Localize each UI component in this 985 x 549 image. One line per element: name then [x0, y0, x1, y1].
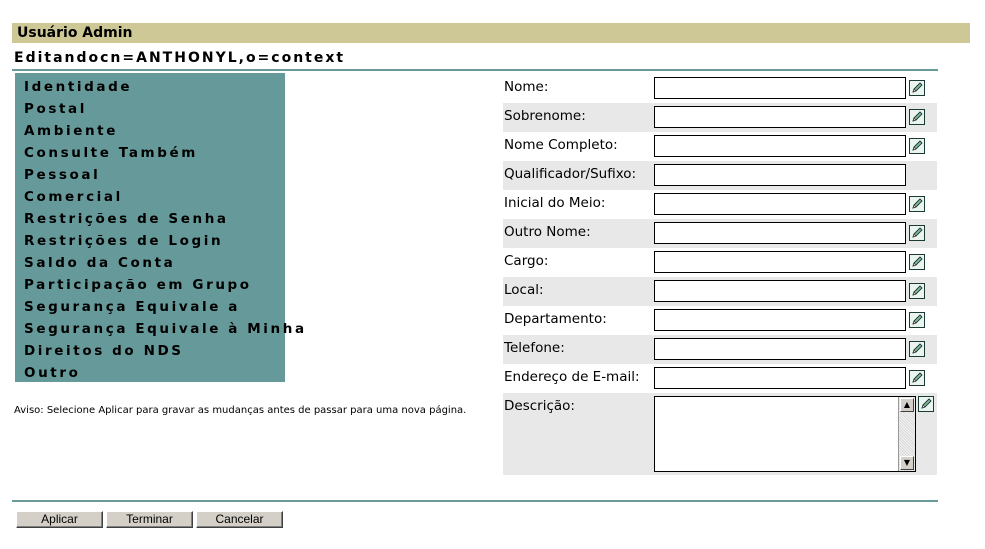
edit-pencil-icon[interactable]: [909, 312, 925, 328]
nav-item-restricoes-de-senha[interactable]: Restrições de Senha: [15, 208, 285, 230]
field-label: Qualificador/Sufixo:: [504, 166, 637, 182]
field-row-nome-completo: Nome Completo:: [503, 132, 937, 161]
field-row-endereco-de-e-mail: Endereço de E-mail:: [503, 364, 937, 393]
field-label: Sobrenome:: [504, 108, 586, 124]
cancel-button[interactable]: Cancelar: [196, 511, 283, 528]
telefone-input[interactable]: [654, 338, 906, 360]
nav-item-consulte-tambem[interactable]: Consulte Também: [15, 142, 285, 164]
sobrenome-input[interactable]: [654, 106, 906, 128]
divider-top: [12, 69, 938, 71]
finish-button[interactable]: Terminar: [106, 511, 193, 528]
field-label: Nome:: [504, 79, 549, 95]
field-label: Cargo:: [504, 253, 549, 269]
warning-text: Aviso: Selecione Aplicar para gravar as …: [14, 405, 467, 416]
local-input[interactable]: [654, 280, 906, 302]
field-row-sobrenome: Sobrenome:: [503, 103, 937, 132]
nav-item-pessoal[interactable]: Pessoal: [15, 164, 285, 186]
field-label: Descrição:: [504, 398, 575, 414]
field-row-descricao: Descrição: ▲ ▼: [503, 393, 937, 475]
qualificador-sufixo-input[interactable]: [654, 164, 906, 186]
cargo-input[interactable]: [654, 251, 906, 273]
edit-pencil-icon[interactable]: [909, 225, 925, 241]
scroll-up-icon[interactable]: ▲: [900, 398, 914, 412]
field-row-local: Local:: [503, 277, 937, 306]
page-title-bar: Usuário Admin: [12, 23, 970, 43]
nav-item-saldo-da-conta[interactable]: Saldo da Conta: [15, 252, 285, 274]
nav-item-restricoes-de-login[interactable]: Restrições de Login: [15, 230, 285, 252]
field-row-departamento: Departamento:: [503, 306, 937, 335]
field-row-telefone: Telefone:: [503, 335, 937, 364]
edit-pencil-icon[interactable]: [909, 80, 925, 96]
descricao-textarea-box: ▲ ▼: [654, 396, 916, 472]
field-row-qualificador-sufixo: Qualificador/Sufixo:: [503, 161, 937, 190]
editing-object-label: Editandocn=ANTHONYL,o=context: [14, 50, 346, 66]
edit-pencil-icon[interactable]: [909, 254, 925, 270]
descricao-textarea[interactable]: [655, 397, 897, 471]
apply-button[interactable]: Aplicar: [16, 511, 103, 528]
field-label: Telefone:: [504, 340, 565, 356]
nav-item-postal[interactable]: Postal: [15, 98, 285, 120]
nav-item-seguranca-equivale-a[interactable]: Segurança Equivale a: [15, 296, 285, 318]
field-row-inicial-do-meio: Inicial do Meio:: [503, 190, 937, 219]
field-label: Endereço de E-mail:: [504, 369, 640, 385]
field-label: Local:: [504, 282, 544, 298]
edit-pencil-icon[interactable]: [909, 109, 925, 125]
departamento-input[interactable]: [654, 309, 906, 331]
nome-completo-input[interactable]: [654, 135, 906, 157]
nav-item-identidade[interactable]: Identidade: [15, 76, 285, 98]
email-input[interactable]: [654, 367, 906, 389]
field-label: Nome Completo:: [504, 137, 618, 153]
field-label: Inicial do Meio:: [504, 195, 606, 211]
nav-item-seguranca-equivale-a-minha[interactable]: Segurança Equivale à Minha: [15, 318, 304, 340]
nav-item-comercial[interactable]: Comercial: [15, 186, 285, 208]
page-title: Usuário Admin: [17, 25, 133, 41]
divider-bottom: [12, 500, 938, 502]
edit-pencil-icon[interactable]: [918, 396, 934, 412]
field-row-cargo: Cargo:: [503, 248, 937, 277]
nav-item-participacao-em-grupo[interactable]: Participação em Grupo: [15, 274, 285, 296]
scroll-down-icon[interactable]: ▼: [900, 456, 914, 470]
field-row-nome: Nome:: [503, 74, 937, 103]
outro-nome-input[interactable]: [654, 222, 906, 244]
field-row-outro-nome: Outro Nome:: [503, 219, 937, 248]
nav-item-direitos-do-nds[interactable]: Direitos do NDS: [15, 340, 285, 362]
scrollbar[interactable]: ▲ ▼: [898, 397, 915, 471]
edit-pencil-icon[interactable]: [909, 341, 925, 357]
edit-pencil-icon[interactable]: [909, 138, 925, 154]
attribute-tab-panel: Identidade Postal Ambiente Consulte Tamb…: [15, 73, 304, 384]
field-label: Outro Nome:: [504, 224, 591, 240]
nome-input[interactable]: [654, 77, 906, 99]
inicial-do-meio-input[interactable]: [654, 193, 906, 215]
field-label: Departamento:: [504, 311, 607, 327]
edit-pencil-icon[interactable]: [909, 196, 925, 212]
edit-pencil-icon[interactable]: [909, 370, 925, 386]
edit-pencil-icon[interactable]: [909, 283, 925, 299]
nav-item-outro[interactable]: Outro: [15, 362, 285, 384]
nav-item-ambiente[interactable]: Ambiente: [15, 120, 285, 142]
